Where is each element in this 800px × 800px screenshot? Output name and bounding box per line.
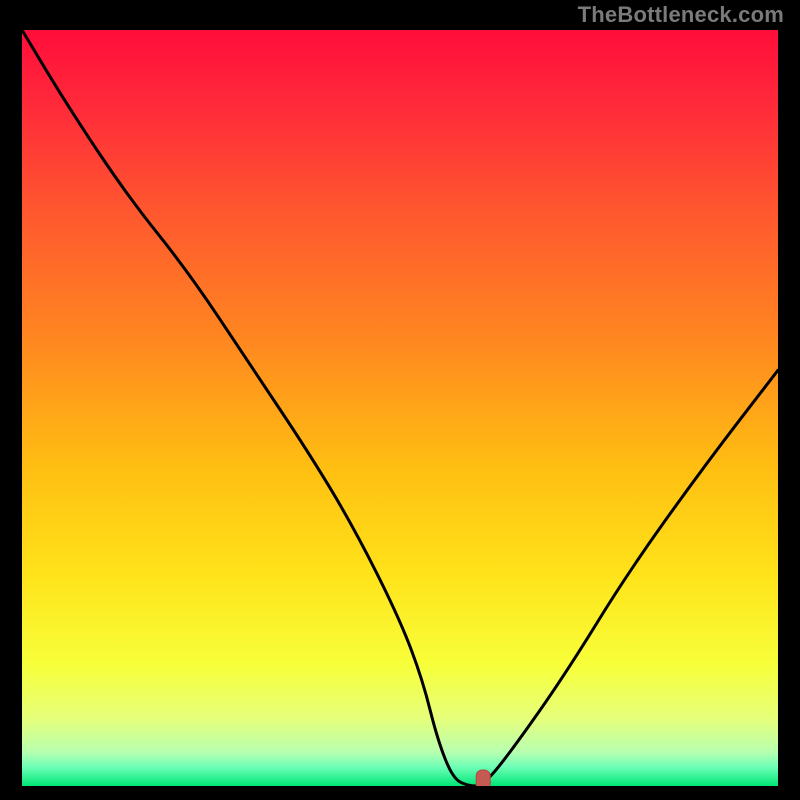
attribution-text: TheBottleneck.com <box>578 2 784 28</box>
optimal-point-marker <box>476 770 490 786</box>
chart-frame: TheBottleneck.com <box>0 0 800 800</box>
plot-area <box>22 30 778 786</box>
bottleneck-chart <box>22 30 778 786</box>
gradient-background <box>22 30 778 786</box>
